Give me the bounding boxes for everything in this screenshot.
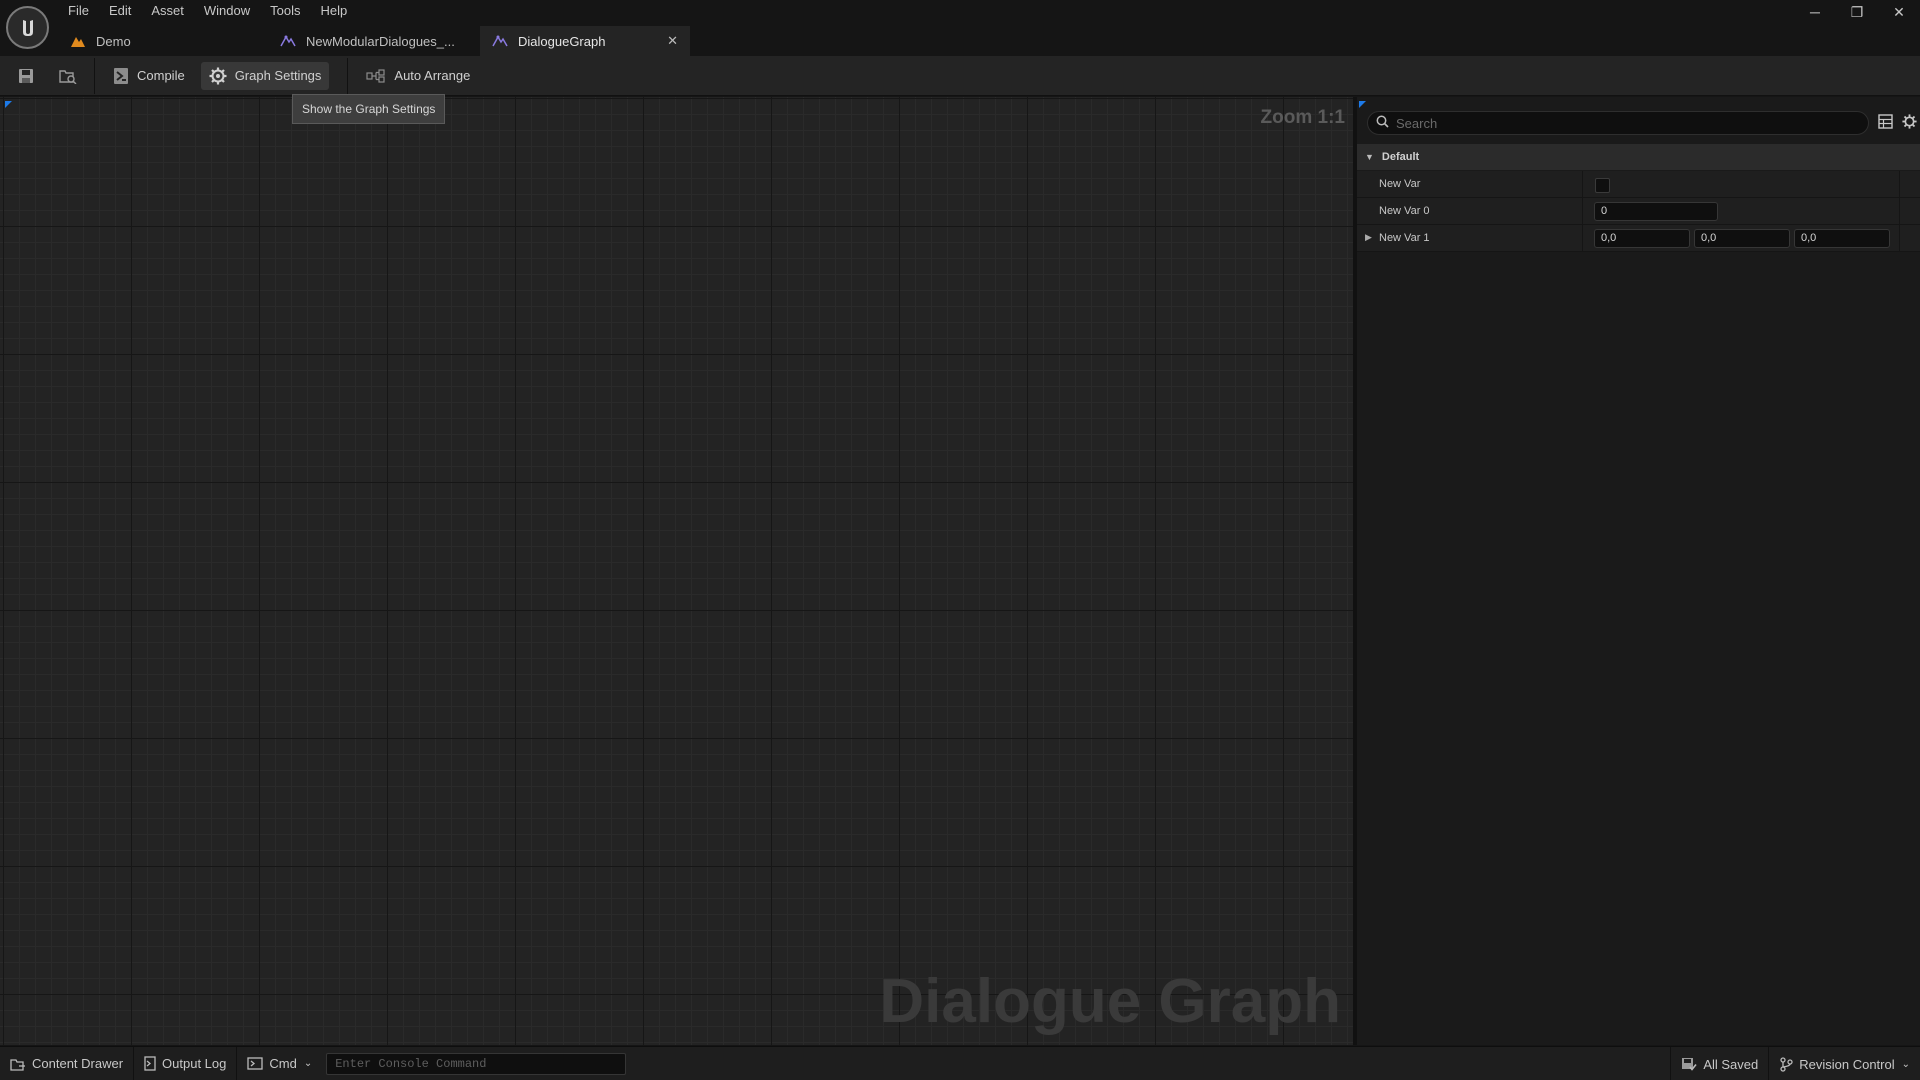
gear-icon[interactable] [1902,114,1917,132]
column-divider[interactable] [1582,198,1583,225]
menu-window[interactable]: Window [194,0,260,22]
console-command-input[interactable] [326,1052,627,1075]
tab-label: DialogueGraph [518,33,606,49]
column-divider[interactable] [1582,225,1583,252]
auto-arrange-button[interactable]: Auto Arrange [358,62,478,90]
menu-asset[interactable]: Asset [141,0,194,22]
graph-settings-label: Graph Settings [234,68,322,83]
chevron-down-icon: ⌄ [303,1058,313,1069]
graph-settings-button[interactable]: Graph Settings [200,61,330,90]
property-row-new-var-1: ▶ New Var 1 0,0 0,0 0,0 [1357,225,1920,252]
menu-bar: File Edit Asset Window Tools Help [58,0,357,22]
output-log-button[interactable]: Output Log [134,1047,236,1080]
revision-control-button[interactable]: Revision Control ⌄ [1769,1047,1920,1080]
property-row-new-var-0: New Var 0 0 [1357,198,1920,225]
focus-corner-indicator [5,101,12,108]
column-divider[interactable] [1582,171,1583,198]
content-drawer-icon [10,1057,26,1071]
column-divider [1899,198,1900,225]
browse-asset-icon[interactable] [52,61,84,91]
gear-icon [209,67,227,85]
auto-arrange-label: Auto Arrange [394,68,471,83]
document-tabs: Demo NewModularDialogues_... DialogueGra… [58,26,690,56]
graph-canvas[interactable]: Zoom 1:1 Dialogue Graph [0,97,1353,1045]
new-var-1-z-field[interactable]: 0,0 [1794,229,1890,248]
tab-dialoguegraph[interactable]: DialogueGraph ✕ [480,26,690,56]
console-icon [247,1057,264,1070]
property-row-new-var: New Var [1357,171,1920,198]
cmd-label: Cmd [269,1056,297,1071]
save-icon[interactable] [10,61,42,91]
title-bar: File Edit Asset Window Tools Help Demo N… [0,0,1920,56]
close-window-icon[interactable]: ✕ [1878,0,1920,24]
toolbar-separator [347,57,349,94]
tab-label: NewModularDialogues_... [306,33,455,49]
restore-icon[interactable]: ❐ [1836,0,1878,24]
branch-icon [1779,1056,1793,1072]
chevron-down-icon: ⌄ [1901,1058,1910,1070]
unreal-logo-icon[interactable] [6,6,49,49]
menu-file[interactable]: File [58,0,99,22]
new-var-1-y-field[interactable]: 0,0 [1694,229,1790,248]
compile-label: Compile [137,68,185,83]
all-saved-button[interactable]: All Saved [1671,1047,1768,1080]
statusbar-right: All Saved Revision Control ⌄ [1670,1047,1920,1080]
column-divider [1899,225,1900,252]
new-var-0-field[interactable]: 0 [1594,202,1718,221]
output-log-icon [144,1056,156,1071]
compile-icon [113,67,129,85]
search-box[interactable] [1367,111,1869,135]
new-var-1-x-field[interactable]: 0,0 [1594,229,1690,248]
category-label: Default [1381,151,1420,163]
zoom-level: Zoom 1:1 [1260,107,1345,128]
cmd-dropdown[interactable]: Cmd ⌄ [237,1047,322,1080]
chevron-down-icon: ▼ [1365,152,1374,162]
tab-newmodulardialogues[interactable]: NewModularDialogues_... [268,26,480,56]
compile-button[interactable]: Compile [105,62,193,90]
close-icon[interactable]: ✕ [667,33,678,49]
menu-help[interactable]: Help [310,0,357,22]
tab-demo[interactable]: Demo [58,26,268,56]
new-var-checkbox[interactable] [1595,178,1610,193]
window-controls: ─ ❐ ✕ [1794,0,1920,24]
status-bar: Content Drawer Output Log Cmd ⌄ All Save… [0,1046,1920,1080]
content-drawer-label: Content Drawer [32,1056,124,1071]
auto-arrange-icon [366,68,386,83]
revision-control-label: Revision Control [1799,1056,1895,1072]
column-divider [1899,171,1900,198]
property-name: New Var 1 [1379,232,1430,244]
menu-edit[interactable]: Edit [99,0,141,22]
table-view-icon[interactable] [1878,114,1893,132]
toolbar-separator [94,57,95,94]
details-panel: ▼ Default New Var New Var 0 0 ▶ New Var … [1357,97,1920,1045]
dialogue-asset-icon [280,33,296,49]
minimize-icon[interactable]: ─ [1794,0,1836,24]
property-name: New Var [1379,178,1421,190]
chevron-right-icon[interactable]: ▶ [1365,232,1372,243]
search-icon [1376,115,1389,131]
save-all-icon [1681,1057,1697,1072]
tab-label: Demo [96,33,131,49]
all-saved-label: All Saved [1703,1056,1759,1072]
toolbar: Compile Graph Settings Auto Arrange [0,56,1920,96]
focus-corner-indicator [1359,101,1366,108]
graph-settings-tooltip: Show the Graph Settings [292,94,446,124]
category-default[interactable]: ▼ Default [1357,144,1920,170]
output-log-label: Output Log [162,1056,227,1071]
level-icon [70,33,86,49]
dialogue-asset-icon [492,33,508,49]
search-input[interactable] [1396,115,1856,131]
menu-tools[interactable]: Tools [260,0,310,22]
property-name: New Var 0 [1379,205,1430,217]
graph-watermark: Dialogue Graph [879,967,1341,1036]
content-drawer-button[interactable]: Content Drawer [0,1047,133,1080]
